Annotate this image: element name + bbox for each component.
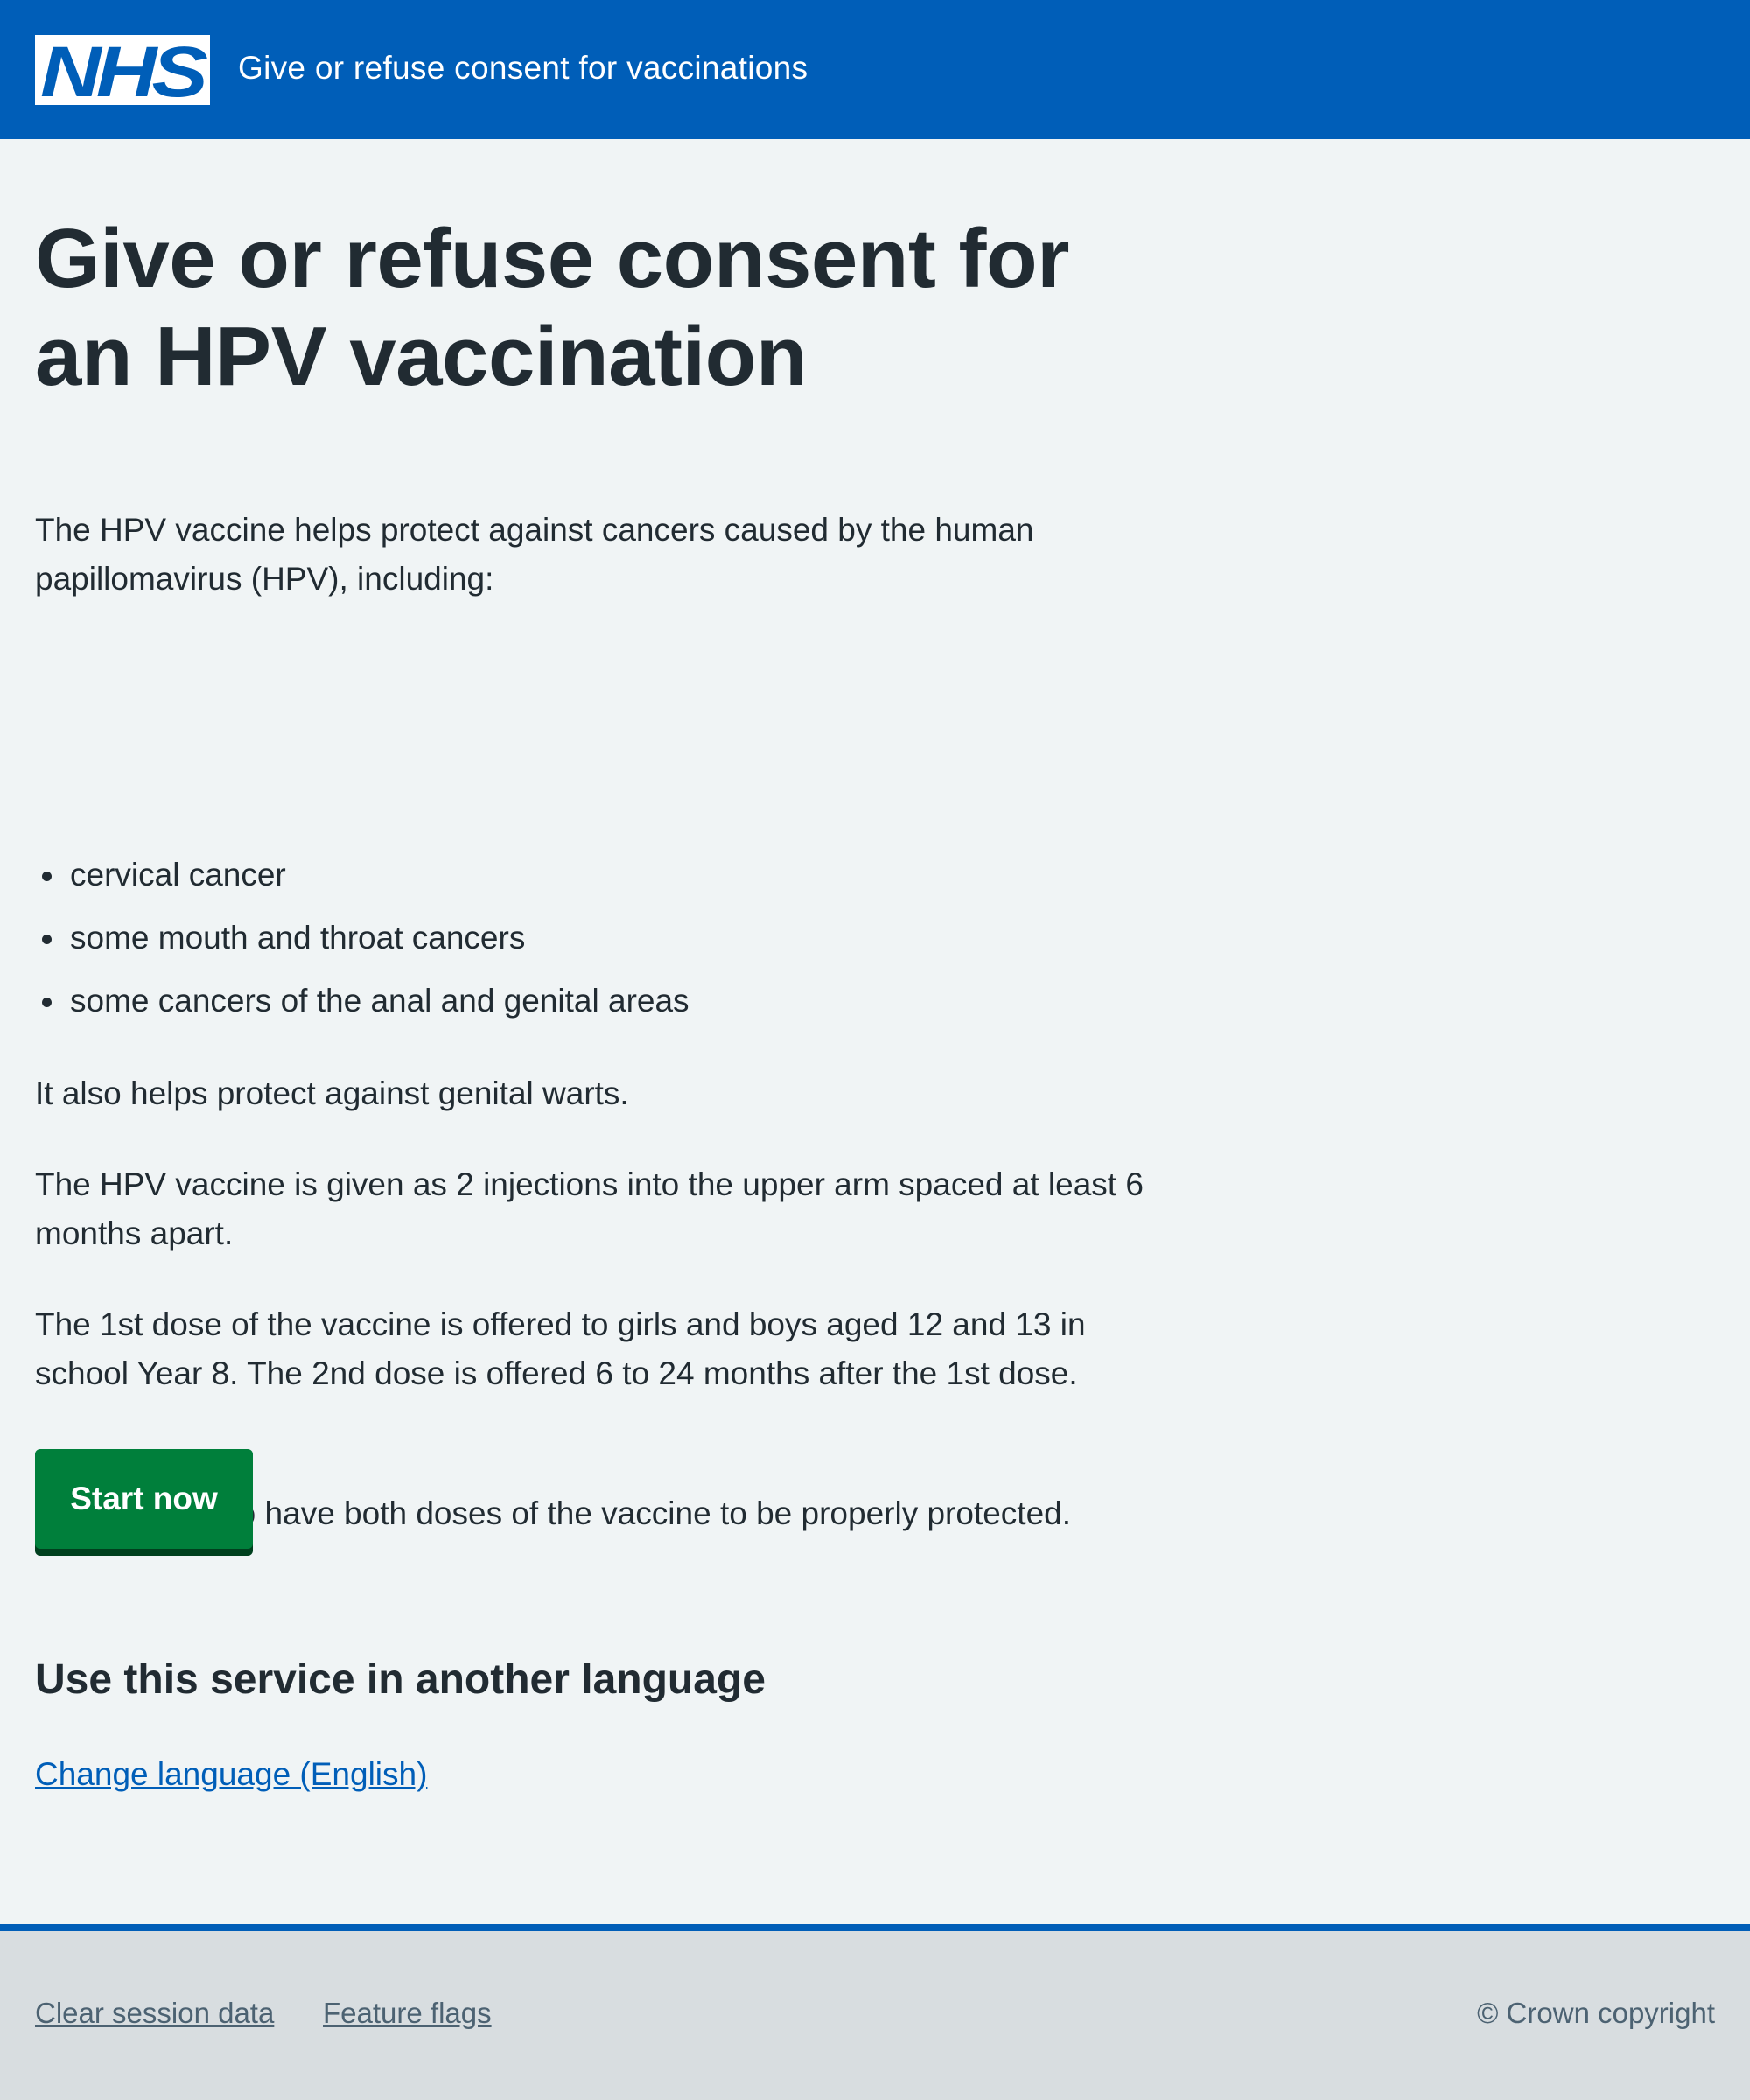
main-content: Give or refuse consent for an HPV vaccin… [35,210,1172,1792]
site-header: NHS Give or refuse consent for vaccinati… [0,0,1750,139]
nhs-logo: NHS [35,35,210,105]
cancer-list: cervical cancer some mouth and throat ca… [35,850,690,1040]
start-now-button[interactable]: Start now [35,1449,253,1549]
intro-paragraph: The HPV vaccine helps protect against ca… [35,512,1034,597]
genital-warts-paragraph: It also helps protect against genital wa… [35,1075,629,1111]
copyright-text: © Crown copyright [1477,1997,1715,2029]
language-heading: Use this service in another language [35,1656,766,1703]
doses-paragraph: The 1st dose of the vaccine is offered t… [35,1306,1086,1391]
injections-paragraph: The HPV vaccine is given as 2 injections… [35,1166,1144,1251]
service-name-link[interactable]: Give or refuse consent for vaccinations [238,46,808,91]
page-title: Give or refuse consent for an HPV vaccin… [35,212,1069,403]
list-item: cervical cancer [35,850,690,914]
list-item: some cancers of the anal and genital are… [35,976,690,1040]
svg-text:NHS: NHS [40,35,207,105]
clear-session-data-link[interactable]: Clear session data [35,1992,274,2034]
feature-flags-link[interactable]: Feature flags [323,1992,492,2034]
list-item: some mouth and throat cancers [35,914,690,976]
change-language-link[interactable]: Change language (English) [35,1750,427,1799]
site-footer: Clear session data Feature flags © Crown… [0,1924,1750,2100]
